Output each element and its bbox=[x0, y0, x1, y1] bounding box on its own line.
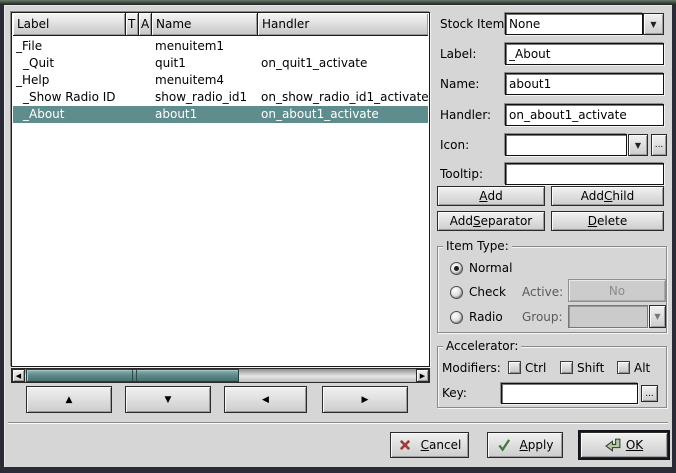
shift-checkbox-label: Shift bbox=[577, 361, 604, 375]
ok-button[interactable]: OK bbox=[580, 432, 668, 458]
icon-dropdown-button[interactable]: ▼ bbox=[628, 134, 648, 156]
chevron-down-icon: ▼ bbox=[635, 141, 641, 150]
table-row[interactable]: _Help menuitem4 bbox=[13, 72, 428, 89]
add-child-button[interactable]: Add Child bbox=[551, 186, 664, 206]
move-up-button[interactable]: ▲ bbox=[26, 386, 112, 413]
move-down-button[interactable]: ▼ bbox=[125, 386, 211, 413]
chevron-down-icon: ▼ bbox=[654, 312, 660, 321]
scroll-left-icon: ◀ bbox=[16, 372, 21, 380]
delete-button[interactable]: Delete bbox=[551, 211, 664, 231]
table-row-selected[interactable]: _About about1 on_about1_activate bbox=[13, 106, 428, 123]
name-label: Name: bbox=[440, 73, 479, 95]
row-label: _Help bbox=[16, 73, 49, 87]
key-browse-button[interactable]: ... bbox=[641, 385, 658, 402]
item-type-title: Item Type: bbox=[443, 239, 512, 253]
add-separator-button[interactable]: Add Separator bbox=[437, 211, 545, 231]
alt-checkbox-label: Alt bbox=[634, 361, 650, 375]
ok-enter-arrow-icon bbox=[605, 438, 622, 453]
icon-browse-button[interactable]: ... bbox=[651, 134, 667, 156]
accelerator-frame: Accelerator: Modifiers: Ctrl Shift Alt K… bbox=[437, 346, 667, 408]
key-input[interactable] bbox=[501, 383, 638, 404]
apply-button[interactable]: Apply bbox=[487, 432, 563, 458]
stock-item-dropdown-button[interactable]: ▼ bbox=[643, 13, 664, 35]
table-row[interactable]: _File menuitem1 bbox=[13, 38, 428, 55]
radio-check-label: Check bbox=[469, 285, 506, 299]
scroll-right-button[interactable]: ▶ bbox=[416, 369, 429, 382]
group-dropdown-button[interactable]: ▼ bbox=[649, 305, 666, 328]
icon-input[interactable] bbox=[505, 134, 627, 156]
key-label: Key: bbox=[442, 386, 467, 400]
ok-button-default-border: OK bbox=[578, 430, 670, 460]
handler-label: Handler: bbox=[440, 104, 491, 126]
ellipsis-icon: ... bbox=[645, 389, 654, 399]
tooltip-label: Tooltip: bbox=[440, 163, 483, 185]
active-label: Active: bbox=[522, 285, 563, 299]
scrollbar-grip bbox=[132, 370, 137, 381]
column-header-handler[interactable]: Handler bbox=[258, 13, 428, 36]
group-input[interactable] bbox=[568, 305, 648, 328]
row-handler: on_quit1_activate bbox=[261, 56, 367, 70]
alt-checkbox[interactable] bbox=[617, 361, 630, 374]
shift-checkbox[interactable] bbox=[560, 361, 573, 374]
radio-normal-label: Normal bbox=[469, 261, 512, 275]
arrow-down-icon: ▼ bbox=[165, 395, 172, 405]
column-header-name[interactable]: Name bbox=[152, 13, 258, 36]
name-input[interactable] bbox=[505, 73, 664, 95]
tooltip-input[interactable] bbox=[505, 163, 664, 185]
row-name: show_radio_id1 bbox=[155, 90, 247, 104]
stock-item-label: Stock Item: bbox=[440, 13, 508, 35]
row-name: about1 bbox=[155, 107, 197, 121]
horizontal-scrollbar[interactable]: ◀ ▶ bbox=[11, 368, 430, 383]
label-label: Label: bbox=[440, 43, 476, 65]
list-header-row: Label T A Name Handler bbox=[13, 13, 428, 36]
row-label: _Quit bbox=[23, 56, 54, 70]
ctrl-checkbox[interactable] bbox=[508, 361, 521, 374]
group-label: Group: bbox=[522, 310, 563, 324]
label-input[interactable] bbox=[505, 43, 664, 65]
move-left-button[interactable]: ◀ bbox=[224, 386, 307, 413]
radio-radio-label: Radio bbox=[469, 310, 503, 324]
cancel-button[interactable]: Cancel bbox=[390, 432, 469, 458]
ctrl-checkbox-label: Ctrl bbox=[525, 361, 546, 375]
accelerator-title: Accelerator: bbox=[443, 339, 521, 353]
row-name: quit1 bbox=[155, 56, 186, 70]
row-label: _Show Radio ID bbox=[23, 90, 116, 104]
row-label: _File bbox=[16, 39, 42, 53]
scroll-left-button[interactable]: ◀ bbox=[12, 369, 25, 382]
arrow-up-icon: ▲ bbox=[66, 395, 73, 405]
column-header-accel[interactable]: A bbox=[139, 13, 152, 36]
radio-normal[interactable] bbox=[450, 262, 463, 275]
arrow-left-icon: ◀ bbox=[262, 395, 269, 405]
column-header-label[interactable]: Label bbox=[13, 13, 126, 36]
row-label: _About bbox=[23, 107, 64, 121]
radio-check[interactable] bbox=[450, 286, 463, 299]
chevron-down-icon: ▼ bbox=[650, 20, 656, 29]
divider bbox=[8, 422, 668, 424]
table-row[interactable]: _Quit quit1 on_quit1_activate bbox=[13, 55, 428, 72]
ellipsis-icon: ... bbox=[655, 140, 664, 150]
radio-radio[interactable] bbox=[450, 311, 463, 324]
scrollbar-thumb[interactable] bbox=[26, 369, 239, 382]
table-row[interactable]: _Show Radio ID show_radio_id1 on_show_ra… bbox=[13, 89, 428, 106]
apply-check-icon bbox=[497, 438, 511, 452]
active-toggle-button[interactable]: No bbox=[568, 279, 666, 302]
row-name: menuitem4 bbox=[155, 73, 224, 87]
stock-item-input[interactable] bbox=[505, 13, 643, 35]
modifiers-label: Modifiers: bbox=[442, 361, 501, 375]
item-type-frame: Item Type: Normal Check Radio Active: No… bbox=[437, 246, 667, 333]
move-right-button[interactable]: ▶ bbox=[322, 386, 408, 413]
icon-label: Icon: bbox=[440, 134, 469, 156]
scroll-right-icon: ▶ bbox=[420, 372, 425, 380]
add-button[interactable]: Add bbox=[437, 186, 545, 206]
row-name: menuitem1 bbox=[155, 39, 224, 53]
arrow-right-icon: ▶ bbox=[362, 395, 369, 405]
cancel-x-icon bbox=[398, 438, 412, 452]
row-handler: on_show_radio_id1_activate bbox=[261, 90, 429, 104]
column-header-type[interactable]: T bbox=[126, 13, 139, 36]
row-handler: on_about1_activate bbox=[261, 107, 379, 121]
handler-input[interactable] bbox=[505, 104, 664, 126]
